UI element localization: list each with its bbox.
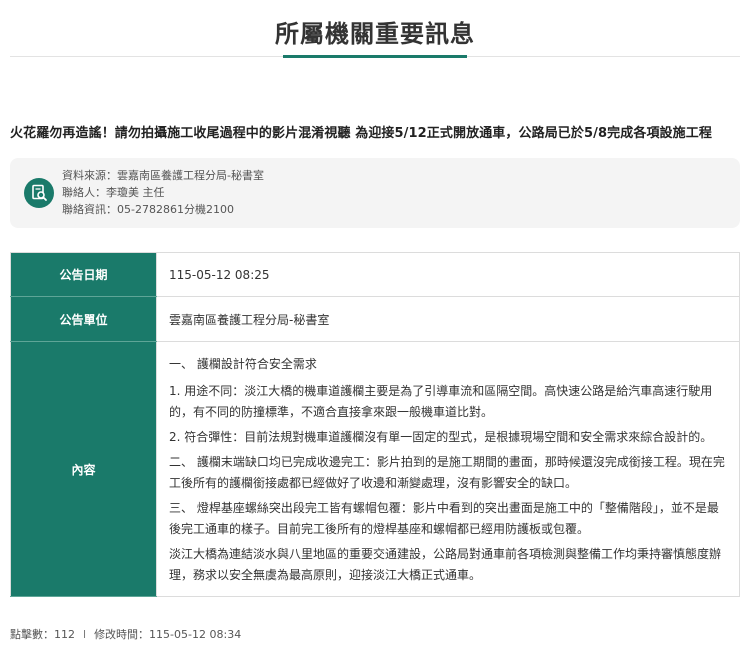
table-row: 公告日期 115-05-12 08:25 [10,252,740,297]
announcement-table: 公告日期 115-05-12 08:25 公告單位 雲嘉南區養護工程分局-秘書室… [10,252,740,597]
unit-value: 雲嘉南區養護工程分局-秘書室 [156,296,740,342]
content-paragraph: 二、 護欄末端缺口均已完成收邊完工：影片拍到的是施工期間的畫面，那時候還沒完成銜… [169,455,725,490]
content-paragraph: 一、 護欄設計符合安全需求 [169,357,317,371]
footer-separator: l [83,628,87,641]
page-title: 所屬機關重要訊息 [275,20,475,48]
table-row: 內容 一、 護欄設計符合安全需求 1. 用途不同：淡江大橋的機車道護欄主要是為了… [10,341,740,597]
content-cell: 一、 護欄設計符合安全需求 1. 用途不同：淡江大橋的機車道護欄主要是為了引導車… [156,341,740,597]
date-label: 公告日期 [10,252,157,297]
content-paragraph: 三、 燈桿基座螺絲突出段完工皆有螺帽包覆：影片中看到的突出畫面是施工中的「整備階… [169,501,719,536]
source-phone: 聯絡資訊：05-2782861分機2100 [62,203,234,216]
page-footer: 點擊數：112 l 修改時間：115-05-12 08:34 [10,626,241,642]
source-contact: 聯絡人：李瓊美 主任 [62,186,165,199]
modified-time: 修改時間：115-05-12 08:34 [94,628,242,641]
content-paragraph: 淡江大橋為連結淡水與八里地區的重要交通建設，公路局對通車前各項檢測與整備工作均秉… [169,547,722,582]
source-info-box: 資料來源：雲嘉南區養護工程分局-秘書室 聯絡人：李瓊美 主任 聯絡資訊：05-2… [10,158,740,228]
table-row: 公告單位 雲嘉南區養護工程分局-秘書室 [10,296,740,342]
document-search-icon [24,178,54,208]
date-value: 115-05-12 08:25 [156,252,740,297]
source-origin: 資料來源：雲嘉南區養護工程分局-秘書室 [62,169,264,182]
unit-label: 公告單位 [10,296,157,342]
news-headline: 火花羅勿再造謠！請勿拍攝施工收尾過程中的影片混淆視聽 為迎接5/12正式開放通車… [10,126,712,141]
click-count: 點擊數：112 [10,628,75,641]
title-accent-bar [283,55,467,58]
content-paragraph: 1. 用途不同：淡江大橋的機車道護欄主要是為了引導車流和區隔空間。高快速公路是給… [169,384,713,419]
content-label: 內容 [10,341,157,597]
content-paragraph: 2. 符合彈性：目前法規對機車道護欄沒有單一固定的型式，是根據現場空間和安全需求… [169,430,713,444]
